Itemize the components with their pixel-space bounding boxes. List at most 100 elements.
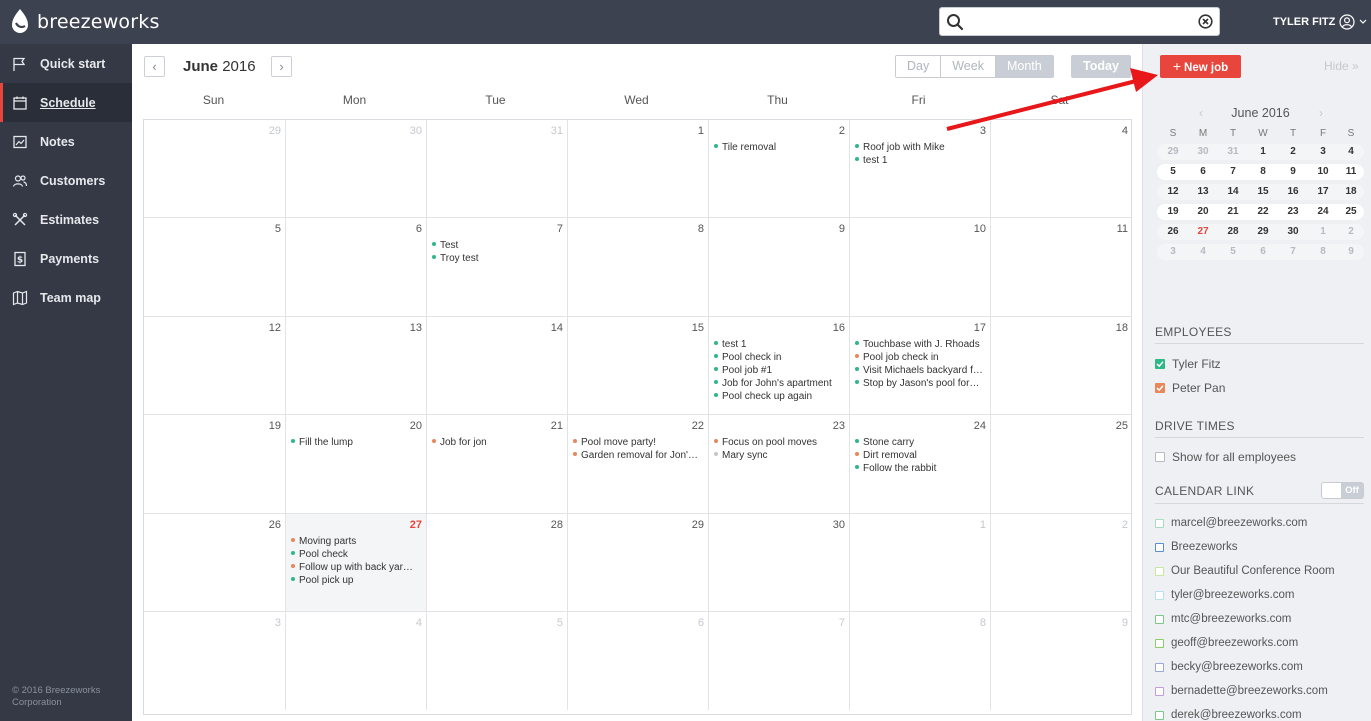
calendar-event[interactable]: Pool check in	[714, 351, 845, 364]
checkbox[interactable]	[1155, 638, 1164, 648]
calendar-event[interactable]: Focus on pool moves	[714, 436, 845, 449]
calendar-day-cell[interactable]: 20 Fill the lump	[286, 415, 427, 514]
mini-day[interactable]: 4	[1188, 246, 1218, 257]
employee-filter-row[interactable]: Peter Pan	[1155, 381, 1225, 395]
calendar-event[interactable]: test 1	[714, 338, 845, 351]
calendar-event[interactable]: Pool check up again	[714, 390, 845, 403]
sidebar-item-notes[interactable]: Notes	[0, 122, 132, 161]
calendar-day-cell[interactable]: 25	[991, 415, 1132, 514]
calendar-event[interactable]: Garden removal for Jon'…	[573, 449, 704, 462]
mini-day[interactable]: 20	[1188, 206, 1218, 217]
mini-day[interactable]: 12	[1158, 186, 1188, 197]
mini-day[interactable]: 18	[1336, 186, 1366, 197]
calendar-day-cell[interactable]: 13	[286, 316, 427, 416]
calendar-event[interactable]: Pool job check in	[855, 351, 986, 364]
calendar-day-cell[interactable]: 7	[709, 612, 850, 711]
sidebar-item-payments[interactable]: $ Payments	[0, 239, 132, 278]
clear-search-icon[interactable]	[1198, 14, 1213, 29]
mini-day[interactable]: 24	[1308, 206, 1338, 217]
calendar-day-cell[interactable]: 12	[144, 316, 286, 416]
next-month-button[interactable]: ›	[271, 56, 292, 77]
calendar-event[interactable]: Pool pick up	[291, 574, 422, 587]
mini-day[interactable]: 11	[1336, 166, 1366, 177]
calendar-day-cell[interactable]: 5	[427, 612, 568, 711]
mini-day[interactable]: 5	[1158, 166, 1188, 177]
calendar-event[interactable]: Pool job #1	[714, 364, 845, 377]
calendar-event[interactable]: Test	[432, 239, 563, 252]
calendar-source-row[interactable]: becky@breezeworks.com	[1155, 661, 1303, 673]
hide-panel-link[interactable]: Hide »	[1324, 59, 1359, 73]
calendar-event[interactable]: Follow up with back yar…	[291, 561, 422, 574]
calendar-link-toggle[interactable]: Off	[1321, 482, 1364, 499]
search-input[interactable]	[970, 11, 1190, 32]
mini-day[interactable]: 7	[1278, 246, 1308, 257]
calendar-day-cell[interactable]: 2 Tile removal	[709, 120, 850, 219]
calendar-day-cell[interactable]: 3	[144, 612, 286, 711]
calendar-event[interactable]: Job for jon	[432, 436, 563, 449]
calendar-event[interactable]: Dirt removal	[855, 449, 986, 462]
calendar-day-cell[interactable]: 11	[991, 218, 1132, 317]
mini-day[interactable]: 5	[1218, 246, 1248, 257]
calendar-event[interactable]: Tile removal	[714, 141, 845, 154]
calendar-day-cell[interactable]: 1	[850, 513, 991, 612]
calendar-event[interactable]: Mary sync	[714, 449, 845, 462]
calendar-day-cell[interactable]: 17 Touchbase with J. Rhoads Pool job check…	[850, 316, 991, 416]
calendar-day-cell[interactable]: 28	[427, 513, 568, 612]
checkbox[interactable]	[1155, 614, 1164, 624]
calendar-event[interactable]: test 1	[855, 154, 986, 167]
mini-day[interactable]: 1	[1308, 226, 1338, 237]
calendar-day-cell[interactable]: 22 Pool move party! Garden removal for Jon…	[568, 415, 709, 514]
view-day-button[interactable]: Day	[896, 56, 942, 77]
calendar-day-cell[interactable]: 27 Moving parts Pool check Follow up with b…	[286, 513, 427, 612]
mini-day[interactable]: 9	[1278, 166, 1308, 177]
checkbox[interactable]	[1155, 686, 1164, 696]
mini-day[interactable]: 27	[1188, 226, 1218, 237]
calendar-day-cell[interactable]: 6	[568, 612, 709, 711]
calendar-day-cell[interactable]: 26	[144, 513, 286, 612]
calendar-event[interactable]: Visit Michaels backyard f…	[855, 364, 986, 377]
calendar-day-cell[interactable]: 8	[568, 218, 709, 317]
calendar-day-cell[interactable]: 21 Job for jon	[427, 415, 568, 514]
mini-day[interactable]: 8	[1308, 246, 1338, 257]
mini-day[interactable]: 3	[1158, 246, 1188, 257]
checkbox-checked-icon[interactable]	[1155, 359, 1165, 369]
calendar-event[interactable]: Pool check	[291, 548, 422, 561]
drive-times-checkbox-row[interactable]: Show for all employees	[1155, 450, 1296, 464]
prev-month-button[interactable]: ‹	[144, 56, 165, 77]
calendar-day-cell[interactable]: 30	[709, 513, 850, 612]
checkbox[interactable]	[1155, 710, 1164, 720]
view-week-button[interactable]: Week	[941, 56, 996, 77]
calendar-day-cell[interactable]: 14	[427, 316, 568, 416]
checkbox[interactable]	[1155, 452, 1165, 462]
calendar-day-cell[interactable]: 29	[144, 120, 286, 219]
calendar-event[interactable]: Fill the lump	[291, 436, 422, 449]
checkbox-checked-icon[interactable]	[1155, 383, 1165, 393]
calendar-day-cell[interactable]: 9	[709, 218, 850, 317]
calendar-source-row[interactable]: geoff@breezeworks.com	[1155, 637, 1298, 649]
mini-day[interactable]: 19	[1158, 206, 1188, 217]
calendar-day-cell[interactable]: 18	[991, 317, 1132, 416]
calendar-event[interactable]: Moving parts	[291, 535, 422, 548]
mini-day[interactable]: 14	[1218, 186, 1248, 197]
calendar-source-row[interactable]: marcel@breezeworks.com	[1155, 517, 1307, 529]
calendar-day-cell[interactable]: 2	[991, 514, 1132, 612]
mini-day[interactable]: 7	[1218, 166, 1248, 177]
mini-day[interactable]: 22	[1248, 206, 1278, 217]
calendar-day-cell[interactable]: 10	[850, 218, 991, 317]
calendar-event[interactable]: Roof job with Mike	[855, 141, 986, 154]
brand-logo[interactable]: breezeworks	[10, 8, 160, 36]
calendar-source-row[interactable]: derek@breezeworks.com	[1155, 709, 1302, 721]
checkbox[interactable]	[1155, 518, 1164, 528]
mini-day[interactable]: 10	[1308, 166, 1338, 177]
calendar-day-cell[interactable]: 7 Test Troy test	[427, 218, 568, 317]
calendar-day-cell[interactable]: 8	[850, 612, 991, 711]
calendar-day-cell[interactable]: 16 test 1 Pool check in Pool job #1 Job for …	[709, 316, 850, 416]
search-box[interactable]	[939, 7, 1220, 36]
calendar-day-cell[interactable]: 3 Roof job with Mike test 1	[850, 120, 991, 219]
mini-day[interactable]: 30	[1188, 146, 1218, 157]
calendar-day-cell[interactable]: 6	[286, 218, 427, 317]
calendar-day-cell[interactable]: 30	[286, 120, 427, 219]
mini-day[interactable]: 6	[1188, 166, 1218, 177]
calendar-source-row[interactable]: bernadette@breezeworks.com	[1155, 685, 1328, 697]
mini-day[interactable]: 30	[1278, 226, 1308, 237]
